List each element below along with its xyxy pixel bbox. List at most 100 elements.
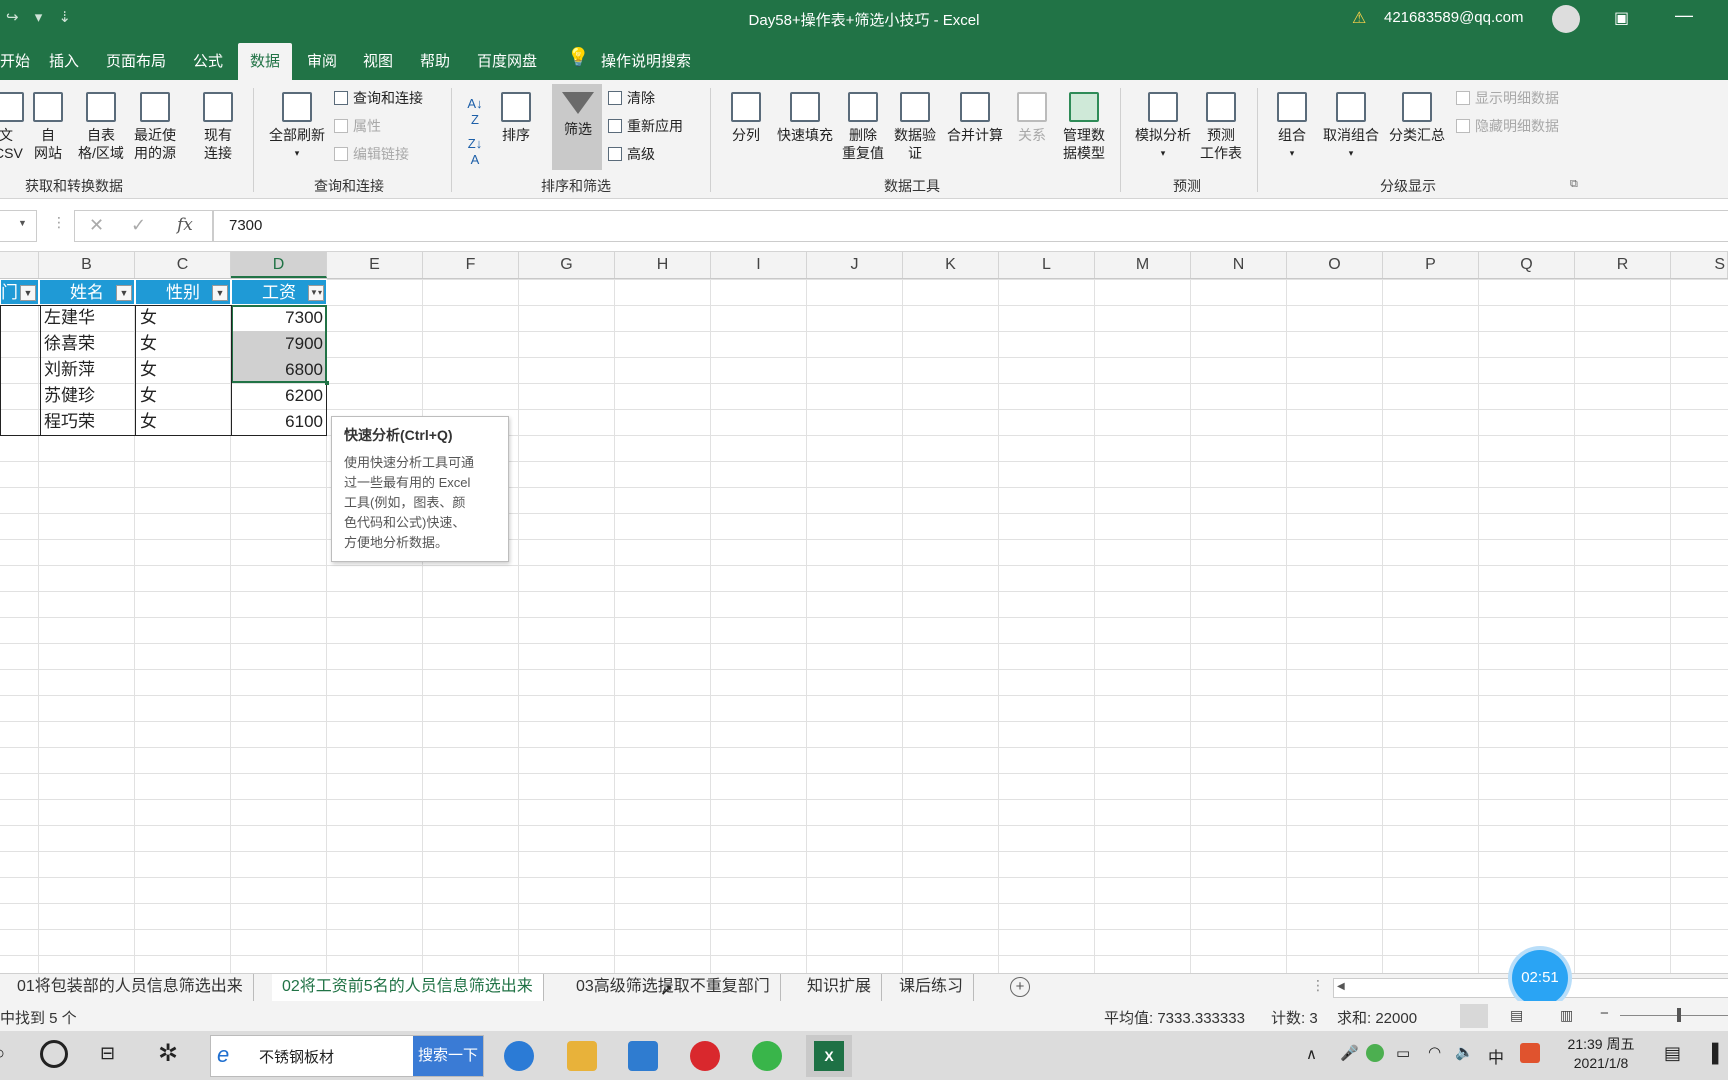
tab-review[interactable]: 审阅 bbox=[307, 50, 337, 71]
what-if-analysis-button[interactable]: 模拟分析 ▾ bbox=[1132, 92, 1194, 162]
show-hidden-icons-icon[interactable]: ∧ bbox=[1306, 1045, 1317, 1063]
tab-data[interactable]: 数据 bbox=[238, 43, 293, 81]
column-header[interactable]: S bbox=[1671, 252, 1728, 278]
column-header[interactable]: B bbox=[39, 252, 135, 278]
name-box[interactable]: ▼ bbox=[0, 210, 37, 242]
filter-button[interactable]: 筛选 bbox=[556, 92, 600, 138]
pinwheel-app-icon[interactable]: ✲ bbox=[158, 1039, 178, 1068]
page-layout-view-icon[interactable]: ▤ bbox=[1510, 1007, 1523, 1024]
table-cell[interactable]: 女 bbox=[135, 331, 231, 357]
enter-icon[interactable]: ✓ bbox=[131, 215, 146, 236]
table-cell[interactable]: 程巧荣 bbox=[40, 409, 135, 435]
tab-formulas[interactable]: 公式 bbox=[193, 50, 223, 71]
sort-descending-button[interactable]: Z↓ A bbox=[462, 136, 488, 168]
table-cell[interactable]: 刘新萍 bbox=[40, 357, 135, 383]
minimize-icon[interactable]: — bbox=[1675, 5, 1693, 26]
taskbar-search-box[interactable]: e 不锈钢板材 搜索一下 bbox=[210, 1035, 484, 1077]
task-view-icon[interactable]: ⊟ bbox=[100, 1043, 115, 1064]
tab-view[interactable]: 视图 bbox=[363, 50, 393, 71]
advanced-filter-button[interactable]: 高级 bbox=[608, 145, 655, 163]
filter-dropdown-icon[interactable]: ▼ bbox=[116, 285, 132, 301]
filter-dropdown-icon[interactable]: ▼ bbox=[212, 285, 228, 301]
table-cell[interactable]: 左建华 bbox=[40, 305, 135, 331]
cancel-icon[interactable]: ✕ bbox=[89, 215, 104, 236]
status-count[interactable]: 计数: 3 bbox=[1271, 1007, 1318, 1028]
avatar[interactable] bbox=[1552, 5, 1580, 33]
table-cell[interactable]: 7300 bbox=[231, 305, 327, 331]
add-sheet-icon[interactable]: + bbox=[1010, 977, 1030, 997]
store-icon[interactable] bbox=[628, 1041, 658, 1071]
tell-me-search[interactable]: 操作说明搜索 bbox=[601, 50, 691, 71]
normal-view-icon[interactable] bbox=[1460, 1004, 1488, 1028]
sheet-tab[interactable]: 01将包装部的人员信息筛选出来 bbox=[7, 974, 254, 1001]
account-name[interactable]: 421683589@qq.com bbox=[1384, 9, 1524, 26]
file-explorer-icon[interactable] bbox=[567, 1041, 597, 1071]
column-header[interactable]: N bbox=[1191, 252, 1287, 278]
column-header[interactable]: C bbox=[135, 252, 231, 278]
table-cell[interactable]: 7900 bbox=[231, 331, 327, 357]
page-break-view-icon[interactable]: ▥ bbox=[1560, 1007, 1573, 1024]
tab-help[interactable]: 帮助 bbox=[420, 50, 450, 71]
warning-icon[interactable]: ⚠ bbox=[1352, 8, 1366, 28]
search-go-button[interactable]: 搜索一下 bbox=[413, 1036, 483, 1076]
sheet-tab-active[interactable]: 02将工资前5名的人员信息筛选出来 bbox=[272, 974, 544, 1003]
table-cell[interactable]: 女 bbox=[135, 305, 231, 331]
zoom-slider[interactable] bbox=[1620, 1015, 1728, 1016]
battery-icon[interactable]: ▭ bbox=[1396, 1044, 1410, 1062]
clear-filter-button[interactable]: 清除 bbox=[608, 89, 655, 107]
queries-connections-button[interactable]: 查询和连接 bbox=[334, 89, 423, 107]
status-average[interactable]: 平均值: 7333.333333 bbox=[1104, 1007, 1245, 1028]
column-header[interactable]: E bbox=[327, 252, 423, 278]
table-cell[interactable]: 徐喜荣 bbox=[40, 331, 135, 357]
column-header[interactable]: Q bbox=[1479, 252, 1575, 278]
wifi-icon[interactable]: ◠ bbox=[1428, 1043, 1441, 1061]
ungroup-button[interactable]: 取消组合 ▾ bbox=[1320, 92, 1382, 162]
column-header[interactable]: O bbox=[1287, 252, 1383, 278]
text-to-columns-button[interactable]: 分列 bbox=[726, 92, 766, 144]
table-header-cell[interactable]: 门 ▼ bbox=[0, 279, 39, 305]
column-header-selected[interactable]: D bbox=[231, 252, 327, 278]
microphone-icon[interactable]: 🎤 bbox=[1340, 1044, 1359, 1062]
zoom-out-icon[interactable]: − bbox=[1600, 1005, 1609, 1022]
volume-icon[interactable]: 🔈 bbox=[1455, 1043, 1474, 1061]
refresh-all-button[interactable]: 全部刷新 ▾ bbox=[264, 92, 330, 162]
table-cell[interactable]: 6100 bbox=[231, 409, 327, 435]
show-desktop-icon[interactable]: ▌ bbox=[1712, 1043, 1725, 1064]
tray-app-icon[interactable] bbox=[1366, 1044, 1384, 1062]
sheet-tab[interactable]: 03高级筛选提取不重复部门 bbox=[566, 974, 781, 1001]
table-header-cell[interactable]: 工资 ▼▾ bbox=[231, 279, 327, 305]
from-web-button[interactable]: 自 网站 bbox=[31, 92, 65, 162]
netease-music-icon[interactable] bbox=[690, 1041, 720, 1071]
table-cell[interactable]: 6200 bbox=[231, 383, 327, 409]
tab-insert[interactable]: 插入 bbox=[49, 50, 79, 71]
notifications-icon[interactable]: ▤ bbox=[1664, 1043, 1681, 1064]
table-cell[interactable]: 女 bbox=[135, 409, 231, 435]
sogou-icon[interactable] bbox=[1520, 1043, 1540, 1063]
clock[interactable]: 21:39 周五 2021/1/8 bbox=[1560, 1035, 1642, 1073]
tab-home[interactable]: 开始 bbox=[0, 50, 30, 71]
from-csv-button[interactable]: 文 CSV bbox=[0, 92, 24, 162]
consolidate-button[interactable]: 合并计算 bbox=[944, 92, 1006, 144]
table-cell[interactable]: 女 bbox=[135, 383, 231, 409]
sheet-tab[interactable]: 课后练习 bbox=[889, 974, 975, 1001]
data-validation-button[interactable]: 数据验 证 bbox=[890, 92, 940, 162]
sort-ascending-button[interactable]: A↓ Z bbox=[462, 96, 488, 128]
tab-page-layout[interactable]: 页面布局 bbox=[106, 50, 166, 71]
from-table-button[interactable]: 自表 格/区域 bbox=[74, 92, 128, 162]
name-box-dropdown-icon[interactable]: ▼ bbox=[18, 218, 27, 228]
search-icon[interactable]: ○ bbox=[0, 1043, 5, 1064]
column-header[interactable]: F bbox=[423, 252, 519, 278]
table-header-cell[interactable]: 性别 ▼ bbox=[135, 279, 231, 305]
recent-sources-button[interactable]: 最近使 用的源 bbox=[130, 92, 180, 162]
column-header[interactable]: L bbox=[999, 252, 1095, 278]
existing-connections-button[interactable]: 现有 连接 bbox=[198, 92, 238, 162]
excel-taskbar-active[interactable]: X bbox=[806, 1035, 852, 1077]
column-header[interactable]: P bbox=[1383, 252, 1479, 278]
column-header[interactable]: H bbox=[615, 252, 711, 278]
table-header-cell[interactable]: 姓名 ▼ bbox=[39, 279, 135, 305]
filter-dropdown-icon[interactable]: ▼ bbox=[20, 285, 36, 301]
column-header-a[interactable] bbox=[0, 252, 39, 278]
ime-indicator[interactable]: 中 bbox=[1488, 1044, 1504, 1068]
column-header[interactable]: J bbox=[807, 252, 903, 278]
sort-button[interactable]: 排序 bbox=[494, 92, 538, 144]
